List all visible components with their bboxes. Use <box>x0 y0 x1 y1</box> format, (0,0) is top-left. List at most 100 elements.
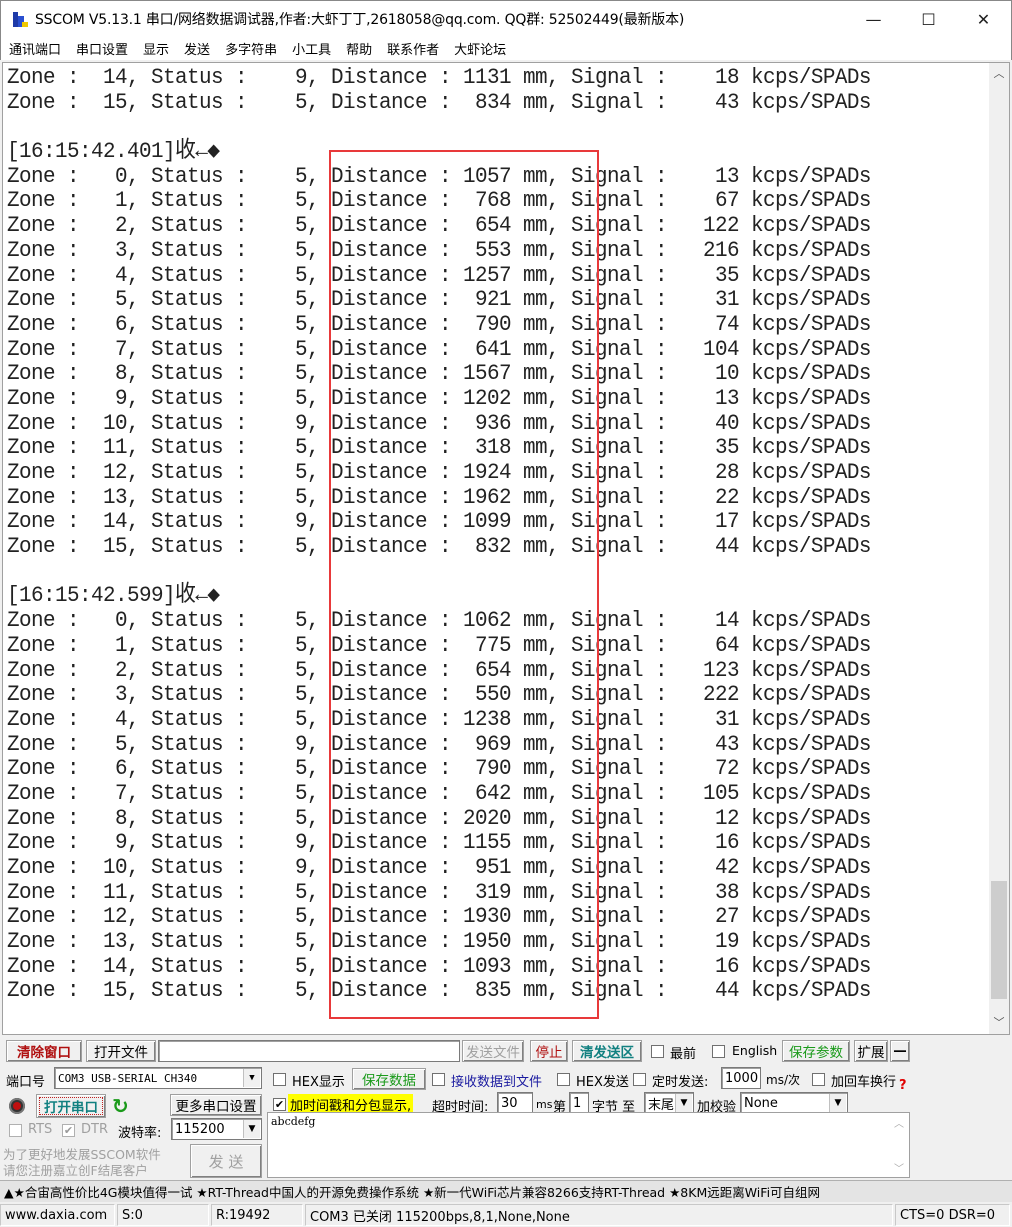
recv-to-file-checkbox[interactable] <box>432 1073 445 1086</box>
menu-bar: 通讯端口 串口设置 显示 发送 多字符串 小工具 帮助 联系作者 大虾论坛 <box>0 36 1012 60</box>
dtr-label: DTR <box>81 1122 108 1137</box>
baud-select[interactable]: 115200 ▼ <box>171 1118 262 1140</box>
receive-timestamp-line: [16:15:42.599]收←◆ <box>7 582 220 609</box>
receive-data-line: Zone : 5, Status : 9, Distance : 969 mm,… <box>7 730 871 757</box>
port-led-icon <box>9 1098 25 1114</box>
receive-text: Zone : 14, Status : 9, Distance : 1131 m… <box>7 65 918 1003</box>
port-dropdown-icon[interactable]: ▼ <box>243 1069 260 1087</box>
receive-data-line: Zone : 10, Status : 9, Distance : 951 mm… <box>7 854 871 880</box>
receive-area[interactable]: Zone : 14, Status : 9, Distance : 1131 m… <box>2 62 1010 1035</box>
clear-send-button[interactable]: 清发送区 <box>572 1040 642 1062</box>
receive-data-line: Zone : 1, Status : 5, Distance : 768 mm,… <box>7 187 871 214</box>
minimize-button[interactable]: — <box>846 1 901 37</box>
menu-help[interactable]: 帮助 <box>346 39 372 58</box>
receive-data-line: Zone : 7, Status : 5, Distance : 641 mm,… <box>7 335 871 362</box>
receive-blank-line <box>7 559 918 584</box>
hex-send-label: HEX发送 <box>576 1075 629 1090</box>
timeout-input[interactable]: 30 <box>497 1092 533 1114</box>
status-website[interactable]: www.daxia.com <box>0 1204 115 1226</box>
receive-data-line: Zone : 13, Status : 5, Distance : 1962 m… <box>7 483 871 510</box>
menu-forum[interactable]: 大虾论坛 <box>454 39 506 58</box>
menu-serial-settings[interactable]: 串口设置 <box>76 39 128 58</box>
receive-data-line: Zone : 5, Status : 5, Distance : 921 mm,… <box>7 286 871 313</box>
receive-data-line: Zone : 1, Status : 5, Distance : 775 mm,… <box>7 631 871 658</box>
status-received-count: R:19492 <box>211 1204 303 1226</box>
menu-contact-author[interactable]: 联系作者 <box>387 39 439 58</box>
receive-data-line: Zone : 15, Status : 5, Distance : 832 mm… <box>7 533 871 560</box>
english-label: English <box>732 1043 778 1058</box>
byte-to-select[interactable]: 末尾 ▼ <box>644 1092 694 1114</box>
receive-data-line: Zone : 12, Status : 5, Distance : 1930 m… <box>7 903 871 930</box>
rts-checkbox[interactable] <box>9 1124 22 1137</box>
help-icon[interactable]: ? <box>899 1078 907 1093</box>
hex-display-checkbox[interactable] <box>273 1073 286 1086</box>
checksum-select[interactable]: None ▼ <box>740 1092 848 1114</box>
send-file-button[interactable]: 发送文件 <box>462 1040 524 1062</box>
receive-data-line: Zone : 9, Status : 5, Distance : 1202 mm… <box>7 384 871 411</box>
timestamp-checkbox[interactable]: ✔ <box>273 1098 286 1111</box>
checksum-dropdown-icon[interactable]: ▼ <box>829 1094 846 1112</box>
menu-multi-string[interactable]: 多字符串 <box>225 39 277 58</box>
receive-data-line: Zone : 14, Status : 5, Distance : 1093 m… <box>7 952 871 979</box>
interval-input[interactable]: 1000 <box>721 1067 761 1089</box>
hex-send-checkbox[interactable] <box>557 1073 570 1086</box>
close-icon: ✕ <box>976 9 991 29</box>
port-label: 端口号 <box>6 1075 46 1090</box>
open-file-button[interactable]: 打开文件 <box>86 1040 156 1062</box>
menu-comm-port[interactable]: 通讯端口 <box>9 39 61 58</box>
scroll-up-icon[interactable]: ︿ <box>989 65 1009 83</box>
refresh-icon[interactable]: ↻ <box>112 1094 129 1118</box>
rts-label: RTS <box>28 1122 53 1137</box>
stop-button[interactable]: 停止 <box>530 1040 568 1062</box>
timed-send-checkbox[interactable] <box>633 1073 646 1086</box>
collapse-button[interactable]: — <box>890 1040 910 1062</box>
port-select[interactable]: COM3 USB-SERIAL CH340 ▼ <box>54 1067 262 1089</box>
menu-send[interactable]: 发送 <box>184 39 210 58</box>
receive-data-line: Zone : 8, Status : 5, Distance : 1567 mm… <box>7 360 871 387</box>
maximize-button[interactable]: ☐ <box>901 1 956 37</box>
open-port-button[interactable]: 打开串口 <box>36 1094 106 1118</box>
receive-data-line: Zone : 13, Status : 5, Distance : 1950 m… <box>7 928 871 955</box>
receive-data-line: Zone : 3, Status : 5, Distance : 553 mm,… <box>7 236 871 263</box>
byte-from-input[interactable]: 1 <box>569 1092 589 1114</box>
menu-display[interactable]: 显示 <box>143 39 169 58</box>
save-data-button[interactable]: 保存数据 <box>352 1068 426 1090</box>
clear-window-button[interactable]: 清除窗口 <box>6 1040 82 1062</box>
receive-timestamp-line: [16:15:42.401]收←◆ <box>7 138 220 165</box>
file-path-input[interactable] <box>158 1040 460 1062</box>
send-scroll-down-icon[interactable]: ﹀ <box>891 1160 907 1175</box>
receive-data-line: Zone : 9, Status : 9, Distance : 1155 mm… <box>7 829 871 856</box>
menu-tools[interactable]: 小工具 <box>292 39 331 58</box>
save-params-button[interactable]: 保存参数 <box>782 1040 850 1062</box>
scroll-down-icon[interactable]: ﹀ <box>989 1014 1009 1032</box>
maximize-icon: ☐ <box>921 9 936 29</box>
receive-scrollbar[interactable]: ︿ ﹀ <box>989 63 1009 1034</box>
add-crlf-checkbox[interactable] <box>812 1073 825 1086</box>
title-bar: SSCOM V5.13.1 串口/网络数据调试器,作者:大虾丁丁,2618058… <box>0 0 1012 36</box>
expand-button[interactable]: 扩展 <box>854 1040 888 1062</box>
send-scroll-up-icon[interactable]: ︿ <box>891 1115 907 1130</box>
promo-ticker[interactable]: ▲★合宙高性价比4G模块值得一试 ★RT-Thread中国人的开源免费操作系统 … <box>0 1180 1012 1202</box>
byte-to-value: 末尾 <box>648 1097 675 1113</box>
receive-data-line: Zone : 0, Status : 5, Distance : 1062 mm… <box>7 607 871 634</box>
receive-data-line: Zone : 6, Status : 5, Distance : 790 mm,… <box>7 310 871 337</box>
close-button[interactable]: ✕ <box>956 1 1011 37</box>
control-panel: 清除窗口 打开文件 发送文件 停止 清发送区 最前 English 保存参数 扩… <box>0 1036 1012 1181</box>
baud-dropdown-icon[interactable]: ▼ <box>243 1120 260 1138</box>
app-logo-icon <box>11 10 29 28</box>
receive-data-line: Zone : 10, Status : 9, Distance : 936 mm… <box>7 409 871 436</box>
receive-data-line: Zone : 8, Status : 5, Distance : 2020 mm… <box>7 804 871 831</box>
topmost-label: 最前 <box>670 1047 697 1062</box>
receive-data-line: Zone : 2, Status : 5, Distance : 654 mm,… <box>7 656 871 683</box>
scrollbar-thumb[interactable] <box>991 881 1007 999</box>
port-value: COM3 USB-SERIAL CH340 <box>58 1071 198 1085</box>
recv-to-file-label[interactable]: 接收数据到文件 <box>451 1071 542 1090</box>
send-button[interactable]: 发 送 <box>190 1144 262 1178</box>
english-checkbox[interactable] <box>712 1045 725 1058</box>
send-textarea[interactable]: abcdefg ︿ ﹀ <box>267 1112 910 1178</box>
dtr-checkbox[interactable]: ✔ <box>62 1124 75 1137</box>
byte-to-dropdown-icon[interactable]: ▼ <box>675 1094 692 1112</box>
topmost-checkbox[interactable] <box>651 1045 664 1058</box>
more-port-settings-button[interactable]: 更多串口设置 <box>170 1094 262 1116</box>
status-line-signals: CTS=0 DSR=0 <box>895 1204 1010 1226</box>
